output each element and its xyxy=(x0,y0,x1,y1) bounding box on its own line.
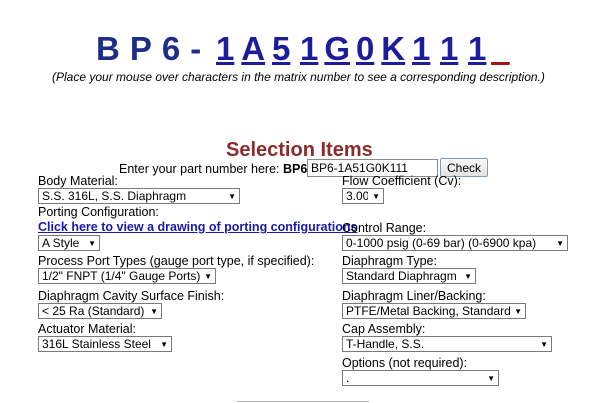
porting-label: Porting Configuration: xyxy=(38,205,159,219)
flow-coefficient-select[interactable]: 3.00 ▼ xyxy=(342,188,384,204)
matrix-char-5[interactable]: G xyxy=(323,30,351,68)
liner-label: Diaphragm Liner/Backing: xyxy=(342,289,486,303)
hover-instruction: (Place your mouse over characters in the… xyxy=(52,70,545,84)
dropdown-arrow-icon: ▼ xyxy=(514,306,522,316)
dropdown-arrow-icon: ▼ xyxy=(228,191,236,201)
part-number-input-value: BP6-1A51G0K111 xyxy=(311,161,408,175)
control-range-select[interactable]: 0-1000 psig (0-69 bar) (0-6900 kpa) ▼ xyxy=(342,235,568,251)
matrix-char-9[interactable]: 1 xyxy=(435,30,463,68)
process-port-value: 1/2" FNPT (1/4" Gauge Ports) xyxy=(42,269,201,283)
options-value: . xyxy=(346,371,350,385)
body-material-label: Body Material: xyxy=(38,174,118,188)
flow-coefficient-value: 3.00 xyxy=(346,189,369,203)
flow-coefficient-label: Flow Coefficient (Cv): xyxy=(342,174,462,188)
body-material-value: S.S. 316L, S.S. Diaphragm xyxy=(42,189,187,203)
actuator-value: 316L Stainless Steel xyxy=(42,337,151,351)
dropdown-arrow-icon: ▼ xyxy=(204,271,212,281)
dropdown-arrow-icon: ▼ xyxy=(487,373,495,383)
actuator-select[interactable]: 316L Stainless Steel ▼ xyxy=(38,336,172,352)
process-port-select[interactable]: 1/2" FNPT (1/4" Gauge Ports) ▼ xyxy=(38,268,216,284)
actuator-label: Actuator Material: xyxy=(38,322,136,336)
dropdown-arrow-icon: ▼ xyxy=(540,339,548,349)
cavity-finish-label: Diaphragm Cavity Surface Finish: xyxy=(38,289,225,303)
liner-select[interactable]: PTFE/Metal Backing, Standard ▼ xyxy=(342,303,526,319)
matrix-char-8[interactable]: 1 xyxy=(407,30,435,68)
cap-assembly-select[interactable]: T-Handle, S.S. ▼ xyxy=(342,336,552,352)
divider xyxy=(237,401,369,402)
options-select[interactable]: . ▼ xyxy=(342,370,499,386)
part-number-prefix: BP6- xyxy=(96,30,212,67)
matrix-char-11[interactable]: _ xyxy=(491,30,509,68)
dropdown-arrow-icon: ▼ xyxy=(372,191,380,201)
porting-drawing-link[interactable]: Click here to view a drawing of porting … xyxy=(38,220,357,234)
matrix-char-7[interactable]: K xyxy=(379,30,407,68)
control-range-label: Control Range: xyxy=(342,221,427,235)
options-label: Options (not required): xyxy=(342,356,468,370)
cavity-finish-select[interactable]: < 25 Ra (Standard) ▼ xyxy=(38,303,162,319)
matrix-char-4[interactable]: 1 xyxy=(295,30,323,68)
cavity-finish-value: < 25 Ra (Standard) xyxy=(42,304,145,318)
diaphragm-type-label: Diaphragm Type: xyxy=(342,254,437,268)
dropdown-arrow-icon: ▼ xyxy=(150,306,158,316)
dropdown-arrow-icon: ▼ xyxy=(556,238,564,248)
diaphragm-type-value: Standard Diaphragm xyxy=(346,269,457,283)
control-range-value: 0-1000 psig (0-69 bar) (0-6900 kpa) xyxy=(346,236,537,250)
part-number-matrix: BP6- 1 A 5 1 G 0 K 1 1 1 _ xyxy=(96,24,510,68)
dropdown-arrow-icon: ▼ xyxy=(160,339,168,349)
diaphragm-type-select[interactable]: Standard Diaphragm ▼ xyxy=(342,268,476,284)
matrix-char-3[interactable]: 5 xyxy=(267,30,295,68)
body-material-select[interactable]: S.S. 316L, S.S. Diaphragm ▼ xyxy=(38,188,240,204)
matrix-char-1[interactable]: 1 xyxy=(211,30,239,68)
liner-value: PTFE/Metal Backing, Standard xyxy=(346,304,511,318)
porting-select[interactable]: A Style ▼ xyxy=(38,235,100,251)
part-number-prompt: Enter your part number here: BP6- xyxy=(119,162,312,176)
cap-assembly-value: T-Handle, S.S. xyxy=(346,337,425,351)
dropdown-arrow-icon: ▼ xyxy=(88,238,96,248)
matrix-char-6[interactable]: 0 xyxy=(351,30,379,68)
process-port-label: Process Port Types (gauge port type, if … xyxy=(38,254,315,268)
matrix-char-2[interactable]: A xyxy=(239,30,267,68)
dropdown-arrow-icon: ▼ xyxy=(464,271,472,281)
matrix-char-10[interactable]: 1 xyxy=(463,30,491,68)
cap-assembly-label: Cap Assembly: xyxy=(342,322,426,336)
porting-value: A Style xyxy=(42,236,80,250)
